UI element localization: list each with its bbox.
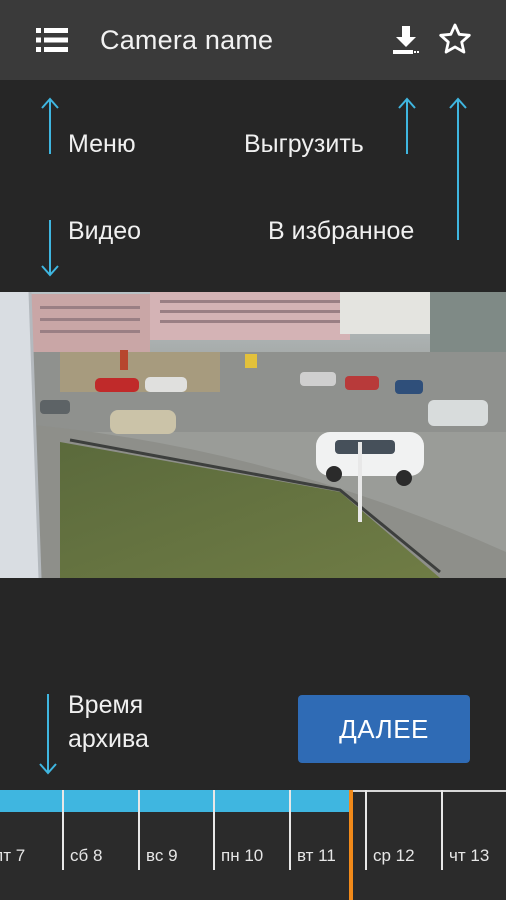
archive-timeline[interactable]: пт 7 сб 8 вс 9 пн 10 вт 11 ср 12 чт 13 (0, 790, 506, 900)
timeline-day-tick (62, 790, 64, 870)
menu-icon (36, 28, 68, 52)
favorite-hint-arrow-icon (449, 97, 467, 240)
download-button[interactable] (390, 24, 422, 56)
download-icon (393, 26, 419, 54)
timeline-day-tick (213, 790, 215, 870)
camera-video-frame (0, 292, 506, 578)
favorite-hint-label: В избранное (268, 217, 415, 245)
menu-button[interactable] (36, 26, 68, 54)
archive-time-hint-arrow-icon (39, 694, 57, 775)
next-button[interactable]: ДАЛЕЕ (298, 695, 470, 763)
timeline-position-cursor[interactable] (349, 790, 353, 900)
camera-video-view[interactable] (0, 292, 506, 578)
camera-title: Camera name (100, 25, 274, 55)
timeline-empty-range (351, 790, 506, 812)
menu-hint-arrow-icon (41, 97, 59, 154)
video-hint-arrow-icon (41, 220, 59, 277)
archive-time-hint-label-line1: Время (68, 691, 144, 719)
video-hint-label: Видео (68, 217, 142, 245)
timeline-day-tick (138, 790, 140, 870)
download-hint-label: Выгрузить (244, 130, 364, 158)
favorite-button[interactable] (438, 22, 472, 56)
timeline-day-label[interactable]: ср 12 (373, 846, 415, 866)
timeline-day-label[interactable]: пн 10 (221, 846, 263, 866)
timeline-day-tick (441, 790, 443, 870)
timeline-day-label[interactable]: вс 9 (146, 846, 178, 866)
timeline-day-label[interactable]: пт 7 (0, 846, 25, 866)
download-hint-arrow-icon (398, 97, 416, 154)
timeline-day-label[interactable]: сб 8 (70, 846, 102, 866)
archive-time-hint-label-line2: архива (68, 725, 149, 753)
timeline-day-tick (365, 790, 367, 870)
star-icon (439, 23, 471, 54)
menu-hint-label: Меню (68, 130, 136, 158)
timeline-day-label[interactable]: чт 13 (449, 846, 489, 866)
timeline-day-tick (289, 790, 291, 870)
timeline-recorded-range (0, 790, 351, 812)
top-toolbar: Camera name (0, 0, 506, 80)
timeline-day-label[interactable]: вт 11 (297, 846, 336, 866)
